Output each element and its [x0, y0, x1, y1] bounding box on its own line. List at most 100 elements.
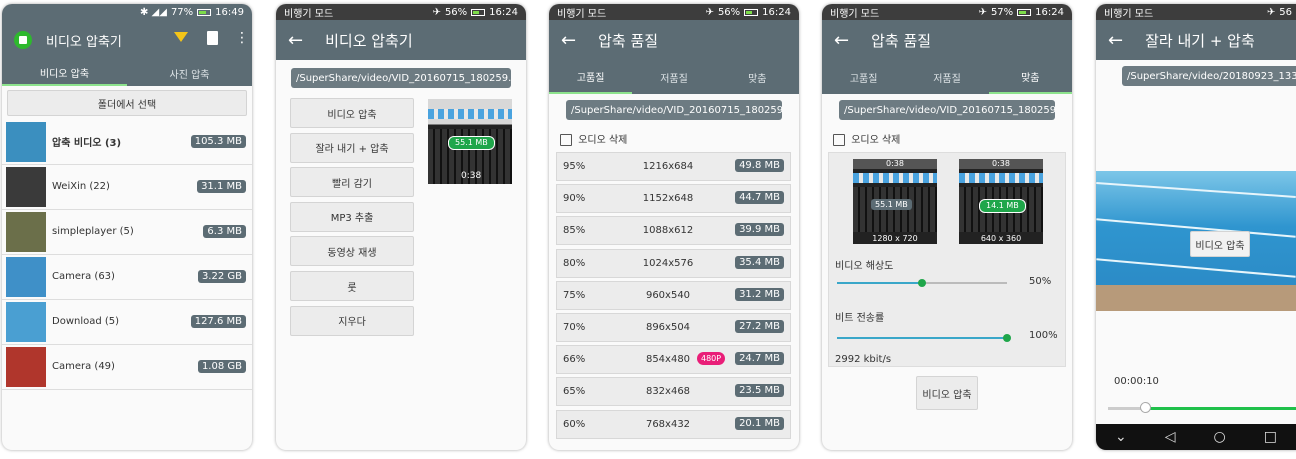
back-icon[interactable]: ◁: [1165, 429, 1176, 445]
folder-row[interactable]: Download (5) 127.6 MB: [2, 299, 252, 345]
folder-thumbnail: [6, 301, 46, 342]
bitrate-slider-fill: [837, 337, 1007, 339]
more-menu-icon[interactable]: ⋮: [235, 31, 249, 45]
folder-thumbnail: [6, 346, 46, 387]
trim-compress-button[interactable]: 잘라 내기 + 압축: [290, 132, 414, 163]
recents-icon[interactable]: □: [1264, 429, 1277, 445]
play-video-button[interactable]: 동영상 재생: [290, 236, 414, 267]
quality-percent: 75%: [563, 289, 586, 301]
quality-percent: 66%: [563, 354, 586, 366]
resolution-label: 비디오 해상도: [835, 261, 894, 272]
file-path: /SuperShare/video/VID_20160715_180259.mp…: [291, 68, 511, 88]
screen-custom-quality: 비행기 모드 ✈ 57% 16:24 ← 압축 품질 고품질 저품질 맞춤 /S…: [822, 4, 1072, 450]
quality-resolution: 960x540: [645, 289, 691, 301]
tab-high-quality[interactable]: 고품질: [549, 60, 633, 94]
airplane-icon: ✈: [705, 6, 714, 18]
remove-audio-checkbox[interactable]: 오디오 삭제: [833, 131, 900, 146]
folder-row[interactable]: simpleplayer (5) 6.3 MB: [2, 209, 252, 255]
compressed-resolution: 640 x 360: [980, 234, 1022, 243]
video-size-badge: 55.1 MB: [448, 136, 495, 150]
bitrate-label: 비트 전송률: [835, 313, 885, 324]
premium-diamond-icon[interactable]: [174, 32, 188, 42]
delete-button[interactable]: 지우다: [290, 305, 414, 336]
status-bar: 비행기 모드 ✈ 56% 16:24: [276, 4, 526, 20]
airplane-mode-text: 비행기 모드: [557, 8, 607, 20]
quality-row[interactable]: 95% 1216x684 49.8 MB: [556, 152, 791, 181]
tab-video-compress[interactable]: 비디오 압축: [2, 60, 127, 86]
quality-row[interactable]: 70% 896x504 27.2 MB: [556, 313, 791, 342]
compressed-preview: 0:38 14.1 MB 640 x 360: [959, 159, 1043, 244]
quality-resolution: 896x504: [645, 322, 691, 333]
tab-low-quality[interactable]: 저품질: [632, 60, 715, 94]
resolution-slider-thumb[interactable]: [918, 279, 926, 287]
quality-resolution: 1216x684: [642, 161, 694, 172]
back-arrow-icon[interactable]: ←: [834, 30, 849, 51]
remove-audio-label: 오디오 삭제: [578, 135, 628, 146]
tab-custom[interactable]: 맞춤: [716, 60, 799, 94]
trim-slider[interactable]: [1108, 402, 1296, 413]
quality-row[interactable]: 85% 1088x612 39.9 MB: [556, 216, 791, 246]
clock: 16:49: [215, 6, 244, 18]
home-icon[interactable]: ○: [1214, 429, 1226, 445]
app-title: 비디오 압축기: [46, 34, 122, 50]
folder-name: simpleplayer (5): [52, 226, 134, 237]
quality-size: 27.2 MB: [735, 320, 784, 333]
hide-keyboard-icon[interactable]: ⌄: [1115, 429, 1127, 445]
folder-row[interactable]: WeiXin (22) 31.1 MB: [2, 164, 252, 210]
loop-button[interactable]: 룻: [290, 271, 414, 301]
fast-forward-button[interactable]: 빨리 감기: [290, 167, 414, 198]
quality-row[interactable]: 90% 1152x648 44.7 MB: [556, 184, 791, 214]
compress-video-button[interactable]: 비디오 압축: [290, 98, 414, 128]
app-toolbar: ← 압축 품질: [549, 20, 799, 60]
screen-video-actions: 비행기 모드 ✈ 56% 16:24 ← 비디오 압축기 /SuperShare…: [276, 4, 526, 450]
resolution-slider[interactable]: [837, 279, 1007, 287]
quality-row[interactable]: 60% 768x432 20.1 MB: [556, 409, 791, 439]
video-thumbnail[interactable]: 55.1 MB 0:38: [428, 99, 512, 184]
quality-row[interactable]: 75% 960x540 31.2 MB: [556, 280, 791, 310]
quality-size: 49.8 MB: [735, 159, 784, 172]
bitrate-slider-thumb[interactable]: [1003, 334, 1011, 342]
bitrate-slider[interactable]: [837, 334, 1011, 342]
folder-row[interactable]: 압축 비디오 (3) 105.3 MB: [2, 119, 252, 165]
compress-video-button[interactable]: 비디오 압축: [1190, 231, 1250, 257]
quality-size: 39.9 MB: [735, 223, 784, 237]
file-icon[interactable]: [207, 31, 218, 45]
tab-custom[interactable]: 맞춤: [988, 60, 1072, 94]
compress-video-button[interactable]: 비디오 압축: [916, 376, 978, 410]
pool-deck: [1096, 285, 1296, 311]
resolution-badge: 480P: [697, 352, 726, 366]
battery-icon: [744, 8, 759, 16]
quality-row[interactable]: 80% 1024x576 35.4 MB: [556, 248, 791, 278]
video-preview[interactable]: 비디오 압축: [1096, 171, 1296, 311]
folder-name: Download (5): [52, 316, 120, 327]
tab-photo-compress[interactable]: 사진 압축: [127, 60, 252, 86]
quality-row[interactable]: 66% 854x480 24.7 MB 480P: [556, 345, 791, 375]
folder-row[interactable]: Camera (63) 3.22 GB: [2, 254, 252, 300]
back-arrow-icon[interactable]: ←: [1108, 30, 1123, 51]
back-arrow-icon[interactable]: ←: [561, 30, 576, 51]
quality-resolution: 832x468: [645, 386, 691, 398]
battery-icon: [1017, 8, 1032, 16]
back-arrow-icon[interactable]: ←: [288, 30, 303, 51]
remove-audio-checkbox[interactable]: 오디오 삭제: [560, 131, 627, 146]
quality-tabs: 고품질 저품질 맞춤: [822, 60, 1072, 94]
trim-start-handle[interactable]: [1140, 402, 1151, 413]
app-toolbar: ← 압축 품질: [822, 20, 1072, 60]
folder-size: 105.3 MB: [190, 135, 246, 148]
select-folder-button[interactable]: 폴더에서 선택: [7, 90, 247, 116]
airplane-icon: ✈: [432, 6, 441, 18]
airplane-icon: ✈: [978, 6, 987, 18]
screen-quality-presets: 비행기 모드 ✈ 56% 16:24 ← 압축 품질 고품질 저품질 맞춤 /S…: [549, 4, 799, 450]
screen-title: 압축 품질: [598, 31, 659, 50]
folder-row[interactable]: Camera (49) 1.08 GB: [2, 344, 252, 390]
tab-low-quality[interactable]: 저품질: [905, 60, 988, 94]
battery-icon: [197, 8, 212, 16]
file-path: /SuperShare/video/20180923_133014: [1122, 66, 1296, 86]
mp3-extract-button[interactable]: MP3 추출: [290, 201, 414, 232]
quality-row[interactable]: 65% 832x468 23.5 MB: [556, 377, 791, 407]
battery-text: 56: [1279, 6, 1292, 18]
tab-high-quality[interactable]: 고품질: [822, 60, 905, 94]
status-bar: 비행기 모드 ✈ 56% 16:24: [549, 4, 799, 20]
folder-size: 31.1 MB: [197, 180, 246, 193]
quality-percent: 70%: [563, 322, 586, 333]
